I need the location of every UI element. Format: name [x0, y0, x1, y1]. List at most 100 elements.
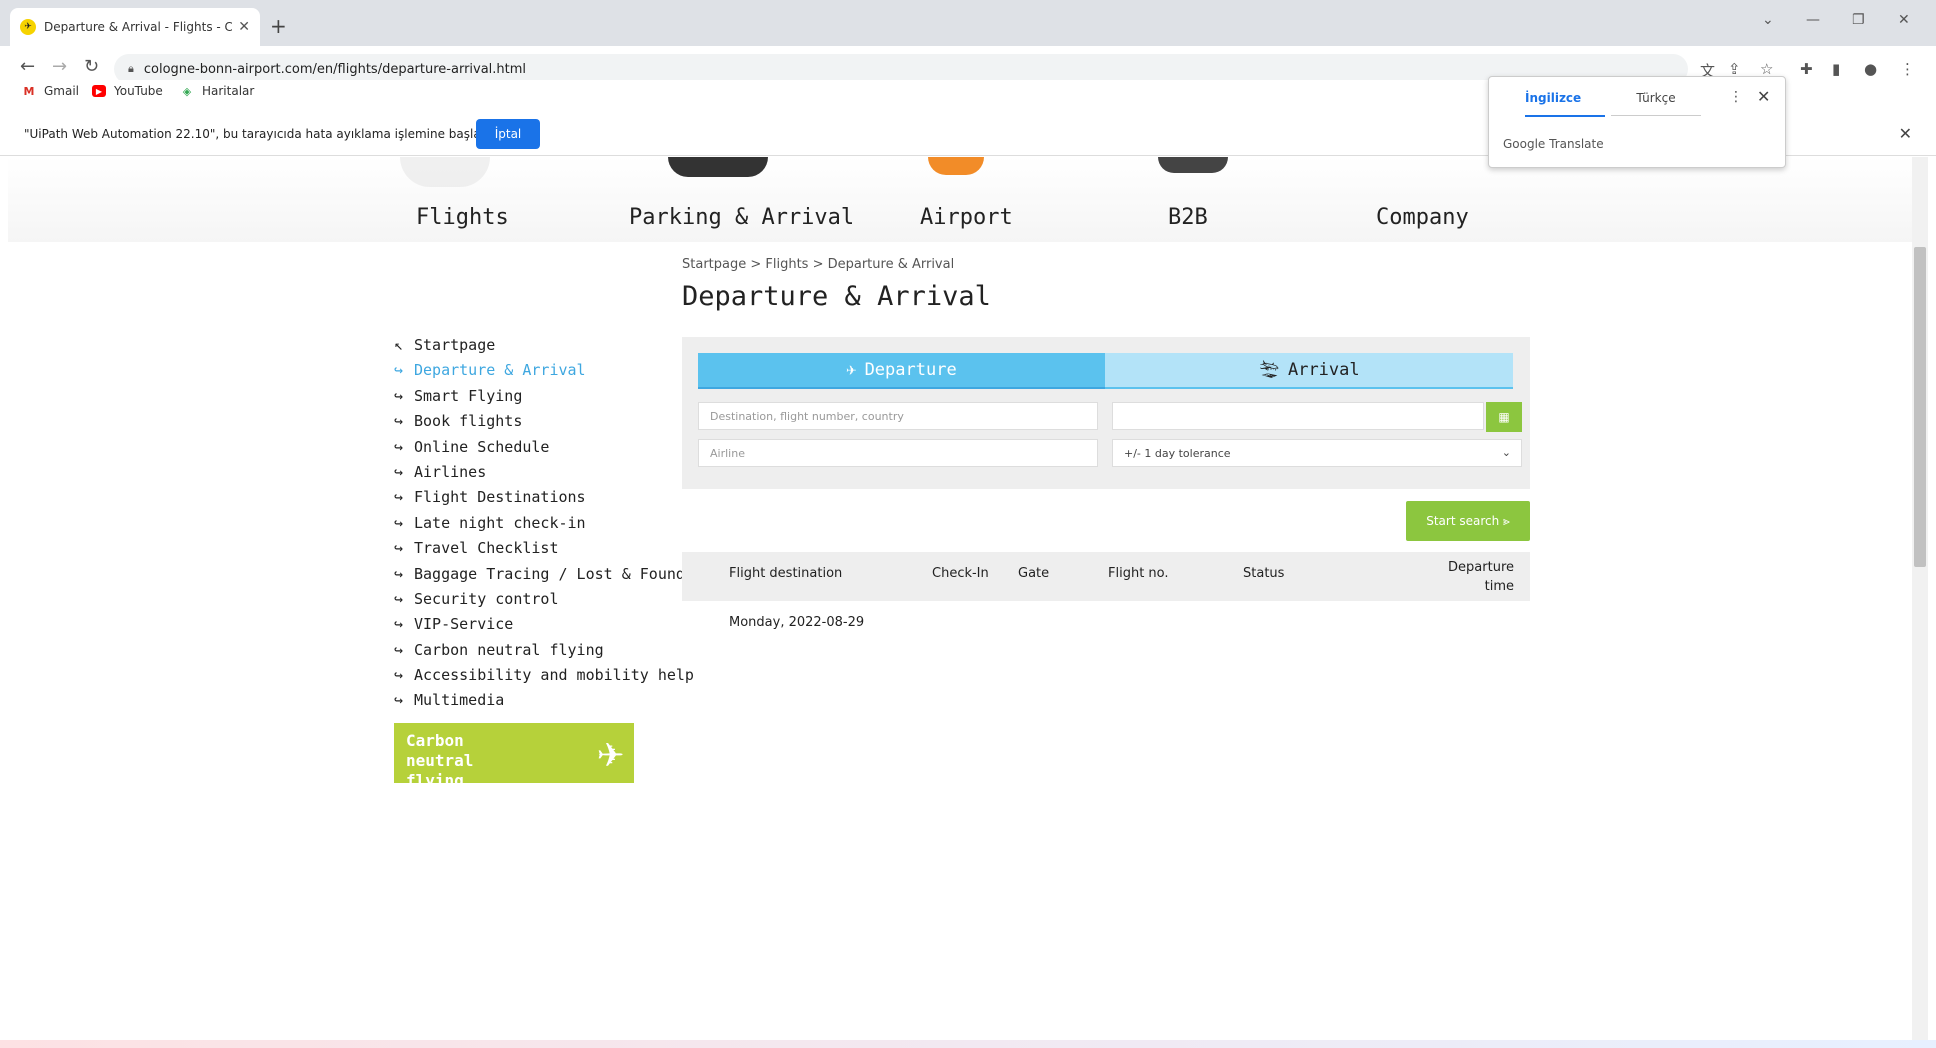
tab-search-icon[interactable]: ⌄ — [1762, 12, 1774, 28]
profile-icon[interactable]: ● — [1864, 60, 1877, 78]
sidebar-item[interactable]: ↪ Travel Checklist — [394, 536, 694, 561]
day-label: Monday, 2022-08-29 — [729, 615, 865, 630]
arrival-plane-icon: 🛬︎ — [1258, 360, 1280, 380]
page-scrollbar[interactable] — [1912, 157, 1928, 1048]
translate-options-icon[interactable]: ⋮ — [1729, 89, 1743, 105]
maps-icon: ◈ — [182, 84, 192, 98]
sidebar-item[interactable]: ↪ Online Schedule — [394, 435, 694, 460]
close-tab-icon[interactable]: ✕ — [238, 19, 250, 35]
date-input[interactable] — [1112, 402, 1484, 430]
sidebar-item-label: Smart Flying — [414, 386, 523, 405]
banner-text: Carbon neutral flying — [406, 731, 474, 790]
sidebar-item[interactable]: ↖ Startpage — [394, 333, 694, 358]
sidebar-item-label: Airlines — [414, 462, 487, 481]
tolerance-select[interactable]: +/- 1 day tolerance ⌄ — [1112, 439, 1522, 467]
close-infobar-icon[interactable]: ✕ — [1899, 124, 1912, 143]
airline-input[interactable]: Airline — [698, 439, 1098, 467]
sidebar-item-label: Book flights — [414, 412, 523, 431]
arrow-icon: ↪ — [394, 666, 404, 685]
translate-close-icon[interactable]: ✕ — [1757, 87, 1770, 106]
sidebar-item[interactable]: ↪ Smart Flying — [394, 384, 694, 409]
sidebar-item[interactable]: ↪ Baggage Tracing / Lost & Found — [394, 562, 694, 587]
forward-icon[interactable]: → — [52, 56, 67, 77]
arrow-icon: ↪ — [394, 564, 404, 583]
sidebar-item[interactable]: ↪ Departure & Arrival — [394, 358, 694, 383]
sidebar-item-label: Security control — [414, 589, 559, 608]
sidebar-item[interactable]: ↪ Security control — [394, 587, 694, 612]
calendar-icon[interactable]: ▦ — [1486, 402, 1522, 432]
arrow-icon: ↪ — [394, 488, 404, 507]
side-navigation: ↖ Startpage ↪ Departure & Arrival ↪ Smart Fly… — [394, 333, 694, 714]
new-tab-icon[interactable]: + — [270, 14, 287, 38]
main-navigation: Flights Parking & Arrival Airport B2B Co… — [8, 157, 1912, 242]
sidebar-item[interactable]: ↪ Carbon neutral flying — [394, 638, 694, 663]
reload-icon[interactable]: ↻ — [84, 56, 99, 77]
side-panel-icon[interactable]: ▮ — [1832, 60, 1840, 78]
bookmark-label: YouTube — [114, 84, 163, 98]
sidebar-item-label: VIP-Service — [414, 615, 514, 634]
infobar-message: "UiPath Web Automation 22.10", bu tarayı… — [24, 127, 492, 141]
sidebar-item[interactable]: ↪ Book flights — [394, 409, 694, 434]
destination-input[interactable]: Destination, flight number, country — [698, 402, 1098, 430]
sidebar-item[interactable]: ↪ Multimedia — [394, 688, 694, 713]
translate-tab-turkish[interactable]: Türkçe — [1611, 91, 1701, 116]
carbon-neutral-banner[interactable]: Carbon neutral flying ✈ — [394, 723, 634, 790]
close-window-icon[interactable]: ✕ — [1898, 12, 1910, 28]
arrow-icon: ↖ — [394, 336, 404, 354]
tab-arrival-label: Arrival — [1287, 360, 1360, 380]
cancel-button[interactable]: İptal — [476, 119, 540, 149]
nav-b2b[interactable]: B2B — [1168, 205, 1208, 230]
nav-airport[interactable]: Airport — [920, 205, 1013, 230]
tab-arrival[interactable]: 🛬︎ Arrival — [1105, 353, 1513, 389]
menu-icon[interactable]: ⋮ — [1900, 60, 1915, 78]
back-icon[interactable]: ← — [20, 56, 35, 77]
minimize-icon[interactable]: — — [1806, 12, 1820, 28]
col-flight: Flight no. — [1108, 566, 1169, 581]
site-favicon-icon: ✈ — [20, 19, 36, 35]
sidebar-item-label: Departure & Arrival — [414, 361, 586, 380]
bookmark-label: Gmail — [44, 84, 80, 98]
browser-tab[interactable]: ✈ Departure & Arrival - Flights - Co ✕ — [10, 8, 260, 46]
sidebar-item-label: Baggage Tracing / Lost & Found — [414, 564, 685, 583]
arrow-icon: ↪ — [394, 615, 404, 634]
arrow-icon: ↪ — [394, 539, 404, 558]
page-content: Flights Parking & Arrival Airport B2B Co… — [8, 157, 1912, 1048]
url-text: cologne-bonn-airport.com/en/flights/depa… — [143, 61, 527, 77]
sidebar-item[interactable]: ↪ VIP-Service — [394, 612, 694, 637]
bookmark-youtube[interactable]: ▶ YouTube — [92, 84, 163, 98]
parking-nav-image — [668, 157, 768, 177]
restore-icon[interactable]: ❐ — [1852, 12, 1865, 28]
bookmark-label: Haritalar — [202, 84, 255, 98]
sidebar-item-label: Startpage — [414, 336, 496, 354]
sidebar-item[interactable]: ↪ Airlines — [394, 460, 694, 485]
breadcrumb[interactable]: Startpage > Flights > Departure & Arriva… — [682, 257, 954, 272]
sidebar-item[interactable]: ↪ Accessibility and mobility help — [394, 663, 694, 688]
col-departure-time: Departure time — [1448, 560, 1514, 594]
sidebar-item[interactable]: ↪ Flight Destinations — [394, 485, 694, 510]
arrow-icon: ↪ — [394, 589, 404, 608]
start-search-button[interactable]: Start search ⪢ — [1406, 501, 1530, 541]
sidebar-item-label: Accessibility and mobility help — [414, 666, 694, 685]
tab-departure[interactable]: ✈ Departure — [698, 353, 1105, 389]
sidebar-item-label: Travel Checklist — [414, 539, 559, 558]
youtube-icon: ▶ — [92, 85, 106, 97]
nav-parking-arrival[interactable]: Parking & Arrival — [629, 205, 854, 230]
translate-popup: İngilizce Türkçe ⋮ ✕ Google Translate — [1488, 76, 1786, 168]
sidebar-item[interactable]: ↪ Late night check-in — [394, 511, 694, 536]
extensions-icon[interactable]: ✚ — [1800, 60, 1813, 78]
sidebar-item-label: Flight Destinations — [414, 488, 586, 507]
tab-title: Departure & Arrival - Flights - Co — [44, 20, 233, 34]
bookmark-gmail[interactable]: M Gmail — [22, 84, 80, 98]
lock-icon: 🔒︎ — [128, 62, 134, 75]
tolerance-value: +/- 1 day tolerance — [1124, 447, 1231, 460]
sidebar-item-label: Late night check-in — [414, 513, 586, 532]
b2b-nav-image — [1158, 157, 1228, 173]
nav-company[interactable]: Company — [1376, 205, 1469, 230]
arrow-icon: ↪ — [394, 691, 404, 710]
scrollbar-thumb[interactable] — [1914, 247, 1926, 567]
translate-tab-english[interactable]: İngilizce — [1525, 91, 1605, 117]
col-status: Status — [1243, 566, 1285, 581]
nav-flights[interactable]: Flights — [416, 205, 509, 230]
bookmark-maps[interactable]: ◈ Haritalar — [180, 84, 255, 98]
table-header: Flight destination Check-In Gate Flight … — [682, 552, 1530, 601]
